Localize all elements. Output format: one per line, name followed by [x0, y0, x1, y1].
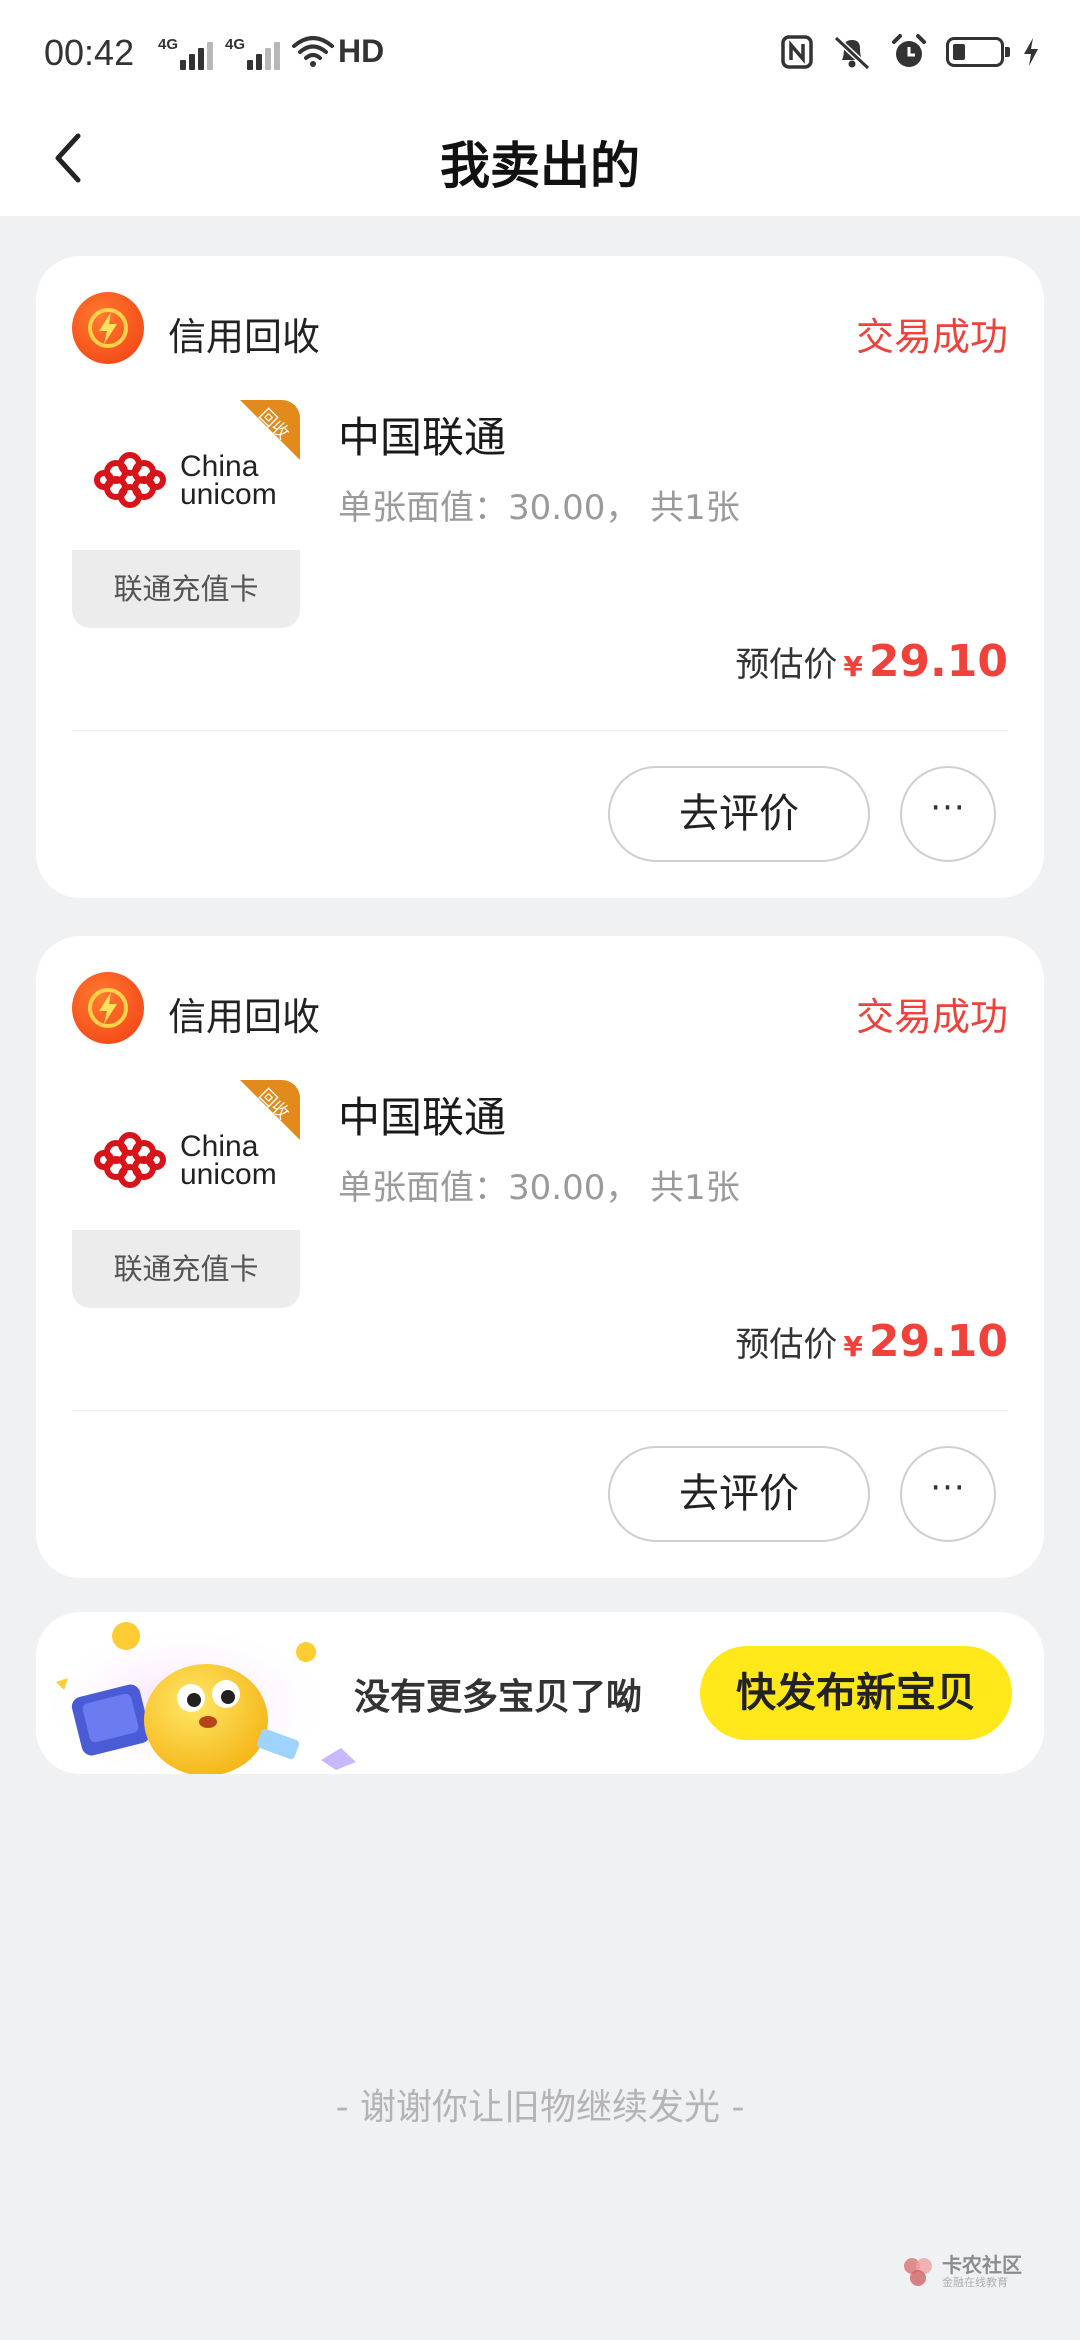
- header: 我卖出的: [0, 100, 1080, 216]
- divider: [72, 1410, 1008, 1411]
- price-label: 预估价: [735, 1325, 838, 1365]
- shop-logo-icon: [72, 292, 144, 364]
- status-bar: 00:42 4G 4G HD: [0, 0, 1080, 100]
- currency-symbol: ¥: [843, 1330, 863, 1363]
- card-type-label: 联通充值卡: [72, 1230, 300, 1308]
- watermark-logo-icon: [904, 2258, 932, 2286]
- order-status: 交易成功: [855, 995, 1008, 1039]
- hd-label: HD: [338, 33, 385, 69]
- recycle-badge: 回收: [240, 400, 300, 460]
- card-type-label: 联通充值卡: [72, 550, 300, 628]
- recycle-badge: 回收: [240, 1080, 300, 1140]
- charging-icon: [1024, 38, 1038, 66]
- product-thumbnail[interactable]: China unicom 回收 联通充值卡: [72, 1080, 300, 1308]
- mute-icon: [833, 35, 871, 70]
- alarm-icon: [892, 34, 926, 67]
- shop-logo-icon: [72, 972, 144, 1044]
- divider: [72, 730, 1008, 731]
- brand-text-unicom: unicom: [180, 478, 277, 511]
- price-row: 预估价 ¥ 29.10: [735, 1316, 1008, 1367]
- publish-button[interactable]: 快发布新宝贝: [700, 1646, 1012, 1740]
- more-button[interactable]: ···: [900, 1446, 996, 1542]
- price-value: 29.10: [868, 1316, 1008, 1367]
- currency-symbol: ¥: [843, 650, 863, 683]
- nfc-icon: [781, 35, 813, 69]
- page-title: 我卖出的: [440, 137, 640, 195]
- signal-icon: 4G: [158, 36, 213, 70]
- promo-banner: 没有更多宝贝了呦 快发布新宝贝: [36, 1612, 1044, 1774]
- price-value: 29.10: [868, 636, 1008, 687]
- more-button[interactable]: ···: [900, 766, 996, 862]
- review-button[interactable]: 去评价: [608, 1446, 870, 1542]
- shop-name[interactable]: 信用回收: [168, 986, 320, 1041]
- wifi-icon: [292, 35, 334, 67]
- product-desc: 单张面值：30.00， 共1张: [338, 488, 740, 528]
- network-label: 4G: [158, 36, 179, 53]
- order-card[interactable]: 信用回收 交易成功 China unicom 回收 联通充值卡 中国联通 单张面…: [36, 256, 1044, 898]
- status-left-icons: 4G 4G HD: [158, 33, 385, 70]
- product-title[interactable]: 中国联通: [338, 404, 506, 465]
- brand-text-unicom: unicom: [180, 1158, 277, 1191]
- review-button[interactable]: 去评价: [608, 766, 870, 862]
- product-desc: 单张面值：30.00， 共1张: [338, 1168, 740, 1208]
- promo-text: 没有更多宝贝了呦: [354, 1677, 643, 1718]
- order-card[interactable]: 信用回收 交易成功 China unicom 回收 联通充值卡 中国联通 单张面…: [36, 936, 1044, 1578]
- watermark-text: 卡农社区: [942, 2253, 1022, 2277]
- status-right-icons: [780, 30, 1040, 74]
- battery-icon: [946, 37, 1010, 67]
- status-time: 00:42: [44, 32, 135, 73]
- watermark-subtext: 金融在线教育: [942, 2276, 1008, 2289]
- product-title[interactable]: 中国联通: [338, 1084, 506, 1145]
- signal-icon-2: 4G: [225, 36, 280, 70]
- price-label: 预估价: [735, 645, 838, 685]
- footer-note: - 谢谢你让旧物继续发光 -: [335, 2087, 745, 2128]
- watermark: 卡农社区 金融在线教育: [900, 2250, 1060, 2294]
- network-label-2: 4G: [225, 36, 246, 53]
- price-row: 预估价 ¥ 29.10: [735, 636, 1008, 687]
- mascot-illustration: [36, 1622, 356, 1774]
- order-status: 交易成功: [855, 315, 1008, 359]
- shop-name[interactable]: 信用回收: [168, 306, 320, 361]
- product-thumbnail[interactable]: China unicom 回收 联通充值卡: [72, 400, 300, 628]
